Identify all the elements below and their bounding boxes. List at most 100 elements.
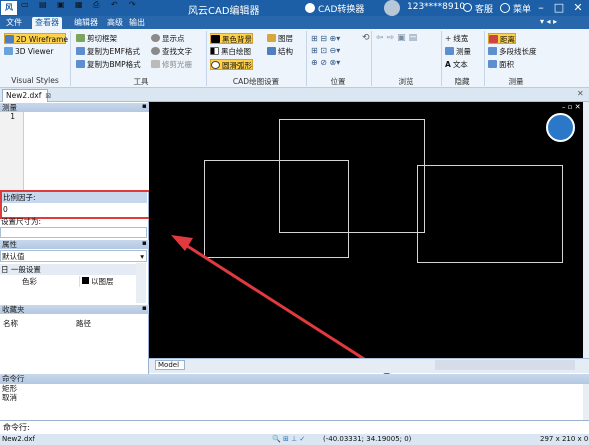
properties-dropdown[interactable]: 默认值 ▾ — [0, 250, 147, 262]
ribbon-divider — [306, 31, 307, 86]
save-icon[interactable]: ▣ — [57, 0, 65, 9]
tab-close-icon[interactable]: ✕ — [577, 89, 584, 98]
ribbon-divider — [484, 31, 485, 86]
close-button[interactable]: ✕ — [568, 0, 588, 16]
measure-toggle-button[interactable]: 测量 — [445, 46, 471, 57]
cube-icon — [4, 47, 13, 55]
ribbon-divider — [70, 31, 71, 86]
position-group-label: 位置 — [330, 77, 346, 86]
cad-settings-group-label: CAD绘图设置 — [232, 77, 280, 86]
support-link[interactable]: 客服 — [475, 2, 493, 15]
chevron-down-icon: ▾ — [140, 252, 144, 261]
vertical-scrollbar[interactable] — [583, 102, 589, 358]
horizontal-scrollbar[interactable] — [435, 360, 575, 370]
copy-emf-button[interactable]: 复制为EMF格式 — [76, 46, 140, 57]
save-as-icon[interactable]: ▦ — [75, 0, 83, 9]
tab-output[interactable]: 输出 — [126, 17, 148, 29]
print-icon[interactable]: ⎙ — [93, 0, 99, 10]
zoom-tools[interactable]: ⊞ ⊟ ⊕▾ ⊞ ⊡ ⊖▾ ⊕ ⊘ ⊗▾ — [311, 33, 367, 69]
find-text-button[interactable]: 查找文字 — [151, 46, 192, 57]
structure-icon — [267, 47, 276, 55]
measure-text-area[interactable] — [24, 112, 149, 190]
distance-button[interactable]: 距离 — [488, 33, 516, 44]
copy-bmp-button[interactable]: 复制为BMP格式 — [76, 59, 141, 70]
browse-nav-icons[interactable]: ⇦⇨▣▤ — [376, 33, 420, 43]
clip-frame-button[interactable]: 剪切框架 — [76, 33, 117, 44]
redo-icon[interactable]: ↷ — [129, 0, 136, 9]
snap-tools-icons[interactable]: 🔍 ⊞ ⊥ ✓ — [272, 434, 305, 445]
favorites-col-name[interactable]: 名称 — [3, 318, 18, 329]
model-tab[interactable]: Model — [155, 360, 185, 370]
command-history-line: 取消 — [2, 393, 17, 402]
document-tabbar — [0, 88, 589, 102]
undo-icon[interactable]: ↶ — [111, 0, 118, 9]
scale-factor-input[interactable]: 0 — [2, 203, 147, 216]
command-history-line: 矩形 — [2, 384, 17, 393]
layers-icon — [267, 34, 276, 42]
show-points-button[interactable]: 显示点 — [151, 33, 185, 44]
window-title: 风云CAD编辑器 — [188, 6, 260, 17]
smooth-arcs-button[interactable]: 圆滑弧形 — [210, 59, 253, 70]
trim-raster-button[interactable]: 修剪光栅 — [151, 59, 192, 70]
linewidth-button[interactable]: + 线宽 — [445, 33, 468, 44]
set-size-input[interactable] — [0, 227, 147, 238]
menu-button[interactable]: 菜单 — [513, 2, 531, 15]
plus-icon: + — [445, 34, 452, 43]
structure-button[interactable]: 结构 — [267, 46, 293, 57]
status-coordinates: (-40.03331; 34.19005; 0) — [323, 435, 412, 443]
properties-scrollbar[interactable] — [136, 263, 146, 303]
tab-editor[interactable]: 编辑器 — [71, 17, 101, 29]
command-panel-header: 命令行 — [0, 374, 589, 384]
raster-icon — [151, 60, 160, 68]
bw-icon — [210, 47, 219, 55]
color-swatch — [82, 277, 89, 284]
document-tab[interactable]: New2.dxf ⊠ — [2, 89, 51, 102]
layers-button[interactable]: 图层 — [267, 33, 293, 44]
pin-icon[interactable]: ▪ — [142, 239, 147, 247]
ribbon-options-icon[interactable]: ▾ ◂ ▸ — [540, 17, 557, 26]
command-scrollbar[interactable] — [583, 384, 589, 420]
measure-group-label: 测量 — [508, 77, 524, 86]
distance-icon — [489, 35, 498, 43]
annotation-arrow — [171, 235, 412, 391]
frame-icon — [76, 34, 85, 42]
polyline-length-button[interactable]: 多段线长度 — [488, 46, 537, 57]
area-icon — [488, 60, 497, 68]
polyline-icon — [488, 47, 497, 55]
line-number-gutter: 1 — [0, 112, 24, 190]
hide-group-label: 隐藏 — [454, 77, 470, 86]
area-button[interactable]: 面积 — [488, 59, 514, 70]
pan-icon[interactable]: ⟲ — [362, 33, 370, 43]
open-file-icon[interactable]: ▤ — [39, 0, 47, 9]
text-icon: A — [445, 60, 451, 69]
close-tab-icon[interactable]: ⊠ — [45, 92, 51, 100]
tab-file[interactable]: 文件 — [3, 17, 25, 29]
pin-icon[interactable]: ▪ — [142, 304, 147, 312]
cad-converter-link[interactable]: CAD转换器 — [318, 2, 364, 15]
pin-icon[interactable]: ▪ — [142, 102, 147, 110]
maximize-button[interactable]: □ — [549, 0, 569, 16]
tab-viewer[interactable]: 查看器 — [32, 17, 62, 29]
tools-group-label: 工具 — [133, 77, 149, 86]
black-background-button[interactable]: 黑色背景 — [210, 33, 253, 44]
command-input[interactable] — [32, 422, 585, 432]
favorites-col-path[interactable]: 路径 — [76, 318, 91, 329]
general-settings-row[interactable]: 日 一般设置 — [0, 264, 136, 275]
text-toggle-button[interactable]: A 文本 — [445, 59, 468, 70]
minimize-button[interactable]: – — [531, 0, 551, 16]
arc-icon — [211, 61, 220, 69]
wireframe-icon — [5, 35, 14, 43]
properties-panel-header: 属性 — [0, 240, 149, 249]
new-file-icon[interactable]: ▭ — [21, 0, 29, 9]
user-id[interactable]: 123****8910 — [407, 2, 465, 12]
color-value[interactable]: 以图层 — [91, 276, 114, 287]
points-icon — [151, 34, 160, 42]
avatar[interactable] — [384, 0, 400, 16]
viewer-3d-button[interactable]: 3D Viewer — [4, 46, 53, 57]
command-prompt-label: 命令行: — [3, 423, 30, 432]
copy-icon — [76, 60, 85, 68]
favorites-panel-header: 收藏夹 — [0, 305, 149, 314]
wireframe-2d-button[interactable]: 2D Wireframe — [4, 33, 68, 44]
black-white-button[interactable]: 黑白绘图 — [210, 46, 251, 57]
tab-advanced[interactable]: 高级 — [104, 17, 126, 29]
